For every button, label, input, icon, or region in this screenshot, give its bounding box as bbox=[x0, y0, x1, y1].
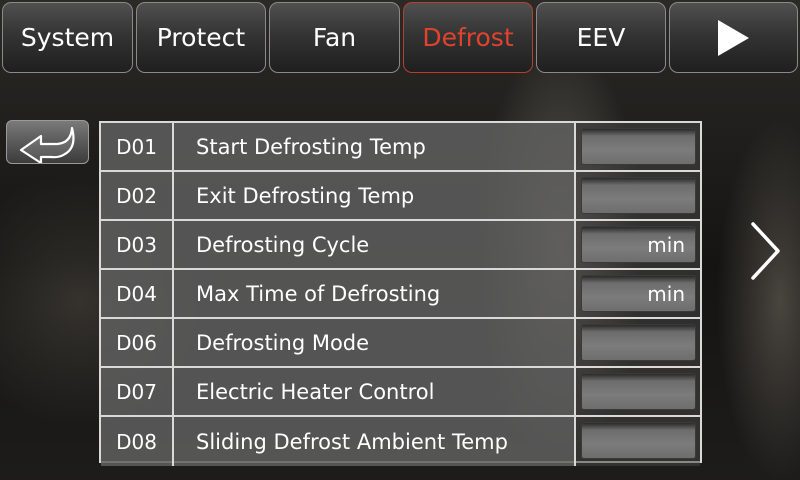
param-value-cell bbox=[576, 417, 700, 466]
tab-fan[interactable]: Fan bbox=[269, 2, 400, 73]
param-name: Defrosting Mode bbox=[174, 319, 576, 366]
param-name: Electric Heater Control bbox=[174, 368, 576, 415]
play-icon bbox=[718, 19, 749, 56]
next-page-button[interactable] bbox=[748, 220, 784, 286]
param-name: Max Time of Defrosting bbox=[174, 270, 576, 317]
param-name: Sliding Defrost Ambient Temp bbox=[174, 417, 576, 466]
tab-bar: System Protect Fan Defrost EEV bbox=[0, 0, 800, 78]
tab-label: Defrost bbox=[422, 23, 514, 52]
tab-next-button[interactable] bbox=[669, 2, 798, 73]
param-value-cell bbox=[576, 172, 700, 219]
param-name: Defrosting Cycle bbox=[174, 221, 576, 268]
param-value-button[interactable]: min bbox=[581, 226, 696, 263]
param-value-button[interactable] bbox=[581, 373, 696, 410]
param-code: D03 bbox=[101, 221, 174, 268]
param-code: D01 bbox=[101, 123, 174, 170]
tab-label: EEV bbox=[576, 23, 626, 52]
param-value-button[interactable] bbox=[581, 324, 696, 361]
tab-label: System bbox=[20, 23, 115, 52]
tab-system[interactable]: System bbox=[2, 2, 133, 73]
table-row: D08 Sliding Defrost Ambient Temp bbox=[101, 417, 700, 466]
param-name: Exit Defrosting Temp bbox=[174, 172, 576, 219]
parameter-table: D01 Start Defrosting Temp D02 Exit Defro… bbox=[99, 121, 702, 466]
param-name: Start Defrosting Temp bbox=[174, 123, 576, 170]
param-code: D08 bbox=[101, 417, 174, 466]
tab-defrost[interactable]: Defrost bbox=[403, 2, 533, 73]
param-value-cell bbox=[576, 368, 700, 415]
tab-protect[interactable]: Protect bbox=[136, 2, 266, 73]
param-value-button[interactable] bbox=[581, 128, 696, 165]
tab-eev[interactable]: EEV bbox=[536, 2, 666, 73]
table-row: D03 Defrosting Cycle min bbox=[101, 221, 700, 270]
table-row: D01 Start Defrosting Temp bbox=[101, 123, 700, 172]
table-row: D02 Exit Defrosting Temp bbox=[101, 172, 700, 221]
param-code: D07 bbox=[101, 368, 174, 415]
param-value-cell bbox=[576, 319, 700, 366]
param-value-button[interactable]: min bbox=[581, 275, 696, 312]
return-arrow-icon bbox=[19, 126, 75, 163]
back-button[interactable] bbox=[6, 120, 89, 164]
param-value-cell: min bbox=[576, 221, 700, 268]
tab-label: Protect bbox=[156, 23, 246, 52]
param-code: D04 bbox=[101, 270, 174, 317]
table-row: D04 Max Time of Defrosting min bbox=[101, 270, 700, 319]
param-code: D06 bbox=[101, 319, 174, 366]
param-code: D02 bbox=[101, 172, 174, 219]
param-value-button[interactable] bbox=[581, 177, 696, 214]
tab-label: Fan bbox=[312, 23, 357, 52]
param-value-cell bbox=[576, 123, 700, 170]
table-row: D06 Defrosting Mode bbox=[101, 319, 700, 368]
chevron-right-icon bbox=[751, 222, 780, 280]
table-row: D07 Electric Heater Control bbox=[101, 368, 700, 417]
param-value-cell: min bbox=[576, 270, 700, 317]
param-value-button[interactable] bbox=[581, 422, 696, 459]
